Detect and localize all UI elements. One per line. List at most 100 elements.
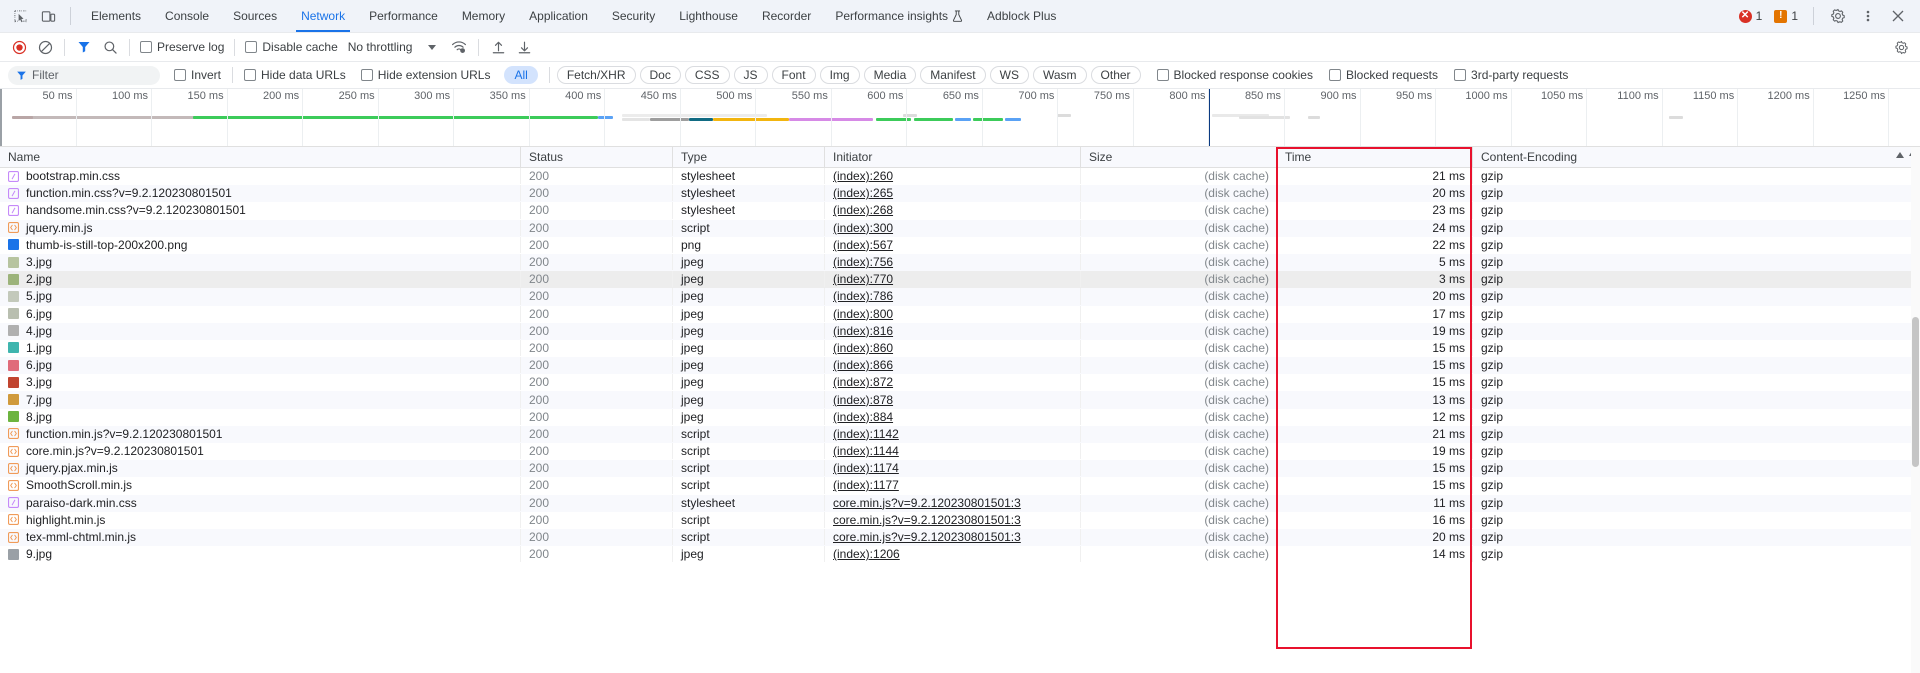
initiator-link[interactable]: (index):1177	[833, 478, 899, 492]
tab-network[interactable]: Network	[289, 0, 357, 32]
cell-name[interactable]: function.min.js?v=9.2.120230801501	[0, 426, 520, 442]
kebab-menu-icon[interactable]	[1854, 4, 1882, 28]
initiator-link[interactable]: (index):800	[833, 307, 893, 321]
gear-icon[interactable]	[1824, 4, 1852, 28]
table-row[interactable]: 8.jpg 200 jpeg (index):884 (disk cache) 12 ms…	[0, 408, 1920, 426]
record-stop-icon[interactable]	[6, 35, 32, 59]
invert-checkbox[interactable]: Invert	[170, 68, 225, 82]
tab-memory[interactable]: Memory	[450, 0, 517, 32]
column-header-initiator[interactable]: Initiator	[824, 147, 1080, 168]
tab-security[interactable]: Security	[600, 0, 667, 32]
cell-name[interactable]: core.min.js?v=9.2.120230801501	[0, 443, 520, 459]
table-row[interactable]: 3.jpg 200 jpeg (index):756 (disk cache) 5 ms g…	[0, 253, 1920, 272]
clear-icon[interactable]	[32, 35, 58, 59]
table-row[interactable]: 6.jpg 200 jpeg (index):800 (disk cache) 17 ms…	[0, 305, 1920, 323]
vertical-scrollbar[interactable]	[1911, 147, 1920, 673]
table-row[interactable]: 6.jpg 200 jpeg (index):866 (disk cache) 15 ms…	[0, 357, 1920, 375]
table-row[interactable]: 3.jpg 200 jpeg (index):872 (disk cache) 15 ms…	[0, 374, 1920, 391]
search-input[interactable]: Filter	[8, 65, 160, 85]
table-row[interactable]: 7.jpg 200 jpeg (index):878 (disk cache) 13 ms…	[0, 391, 1920, 409]
tab-sources[interactable]: Sources	[221, 0, 289, 32]
blocked-response-cookies-checkbox[interactable]: Blocked response cookies	[1153, 68, 1317, 82]
cell-name[interactable]: highlight.min.js	[0, 512, 520, 528]
cell-name[interactable]: bootstrap.min.css	[0, 168, 520, 184]
cell-name[interactable]: 8.jpg	[0, 409, 520, 425]
error-counter[interactable]: ✕ 1	[1734, 9, 1768, 23]
initiator-link[interactable]: (index):260	[833, 169, 893, 183]
device-toolbar-icon[interactable]	[34, 4, 62, 28]
cell-name[interactable]: 5.jpg	[0, 288, 520, 304]
cell-name[interactable]: 4.jpg	[0, 323, 520, 339]
cell-name[interactable]: 9.jpg	[0, 546, 520, 562]
table-row[interactable]: bootstrap.min.css 200 stylesheet (index):26…	[0, 168, 1920, 185]
wifi-settings-icon[interactable]	[446, 35, 472, 59]
type-filter-fetch-xhr[interactable]: Fetch/XHR	[556, 66, 636, 84]
type-filter-manifest[interactable]: Manifest	[920, 66, 986, 84]
column-header-size[interactable]: Size	[1080, 147, 1276, 168]
initiator-link[interactable]: (index):884	[833, 410, 893, 424]
initiator-link[interactable]: (index):756	[833, 255, 893, 269]
table-row[interactable]: tex-mml-chtml.min.js 200 script core.min.js…	[0, 528, 1920, 547]
tab-recorder[interactable]: Recorder	[750, 0, 823, 32]
column-header-status[interactable]: Status	[520, 147, 672, 168]
table-row[interactable]: 1.jpg 200 jpeg (index):860 (disk cache) 15 ms…	[0, 339, 1920, 357]
initiator-link[interactable]: core.min.js?v=9.2.120230801501:3	[833, 530, 1021, 544]
hide-data-urls-checkbox[interactable]: Hide data URLs	[240, 68, 350, 82]
search-icon[interactable]	[97, 35, 123, 59]
type-filter-js[interactable]: JS	[733, 66, 768, 84]
type-filter-ws[interactable]: WS	[989, 66, 1029, 84]
column-header-content-encoding[interactable]: Content-Encoding	[1472, 147, 1920, 168]
initiator-link[interactable]: (index):300	[833, 221, 893, 235]
column-header-time[interactable]: Time	[1276, 147, 1472, 168]
gear-icon[interactable]	[1888, 35, 1914, 59]
network-overview-timeline[interactable]: 50 ms 100 ms 150 ms 200 ms 250 ms 300 ms 350 m…	[0, 89, 1920, 147]
initiator-link[interactable]: core.min.js?v=9.2.120230801501:3	[833, 513, 1021, 527]
initiator-link[interactable]: (index):872	[833, 375, 893, 389]
close-icon[interactable]	[1884, 4, 1912, 28]
cell-name[interactable]: paraiso-dark.min.css	[0, 495, 520, 511]
scrollbar-thumb[interactable]	[1912, 317, 1919, 467]
table-row[interactable]: highlight.min.js 200 script core.min.js?v=9…	[0, 511, 1920, 529]
type-filter-media[interactable]: Media	[863, 66, 917, 84]
table-row[interactable]: SmoothScroll.min.js 200 script (index):1177…	[0, 477, 1920, 494]
cell-name[interactable]: 1.jpg	[0, 340, 520, 356]
tab-elements[interactable]: Elements	[79, 0, 153, 32]
table-row[interactable]: thumb-is-still-top-200x200.png 200 png (ind…	[0, 236, 1920, 254]
initiator-link[interactable]: (index):1142	[833, 427, 899, 441]
table-row[interactable]: function.min.css?v=9.2.120230801501 200st…	[0, 185, 1920, 203]
initiator-link[interactable]: (index):770	[833, 272, 893, 286]
type-filter-css[interactable]: CSS	[684, 66, 730, 84]
warning-counter[interactable]: ! 1	[1769, 9, 1803, 23]
table-row[interactable]: 4.jpg 200 jpeg (index):816 (disk cache) 19 ms…	[0, 322, 1920, 340]
type-filter-doc[interactable]: Doc	[639, 66, 681, 84]
hide-extension-urls-checkbox[interactable]: Hide extension URLs	[357, 68, 495, 82]
cell-name[interactable]: 7.jpg	[0, 391, 520, 407]
type-filter-wasm[interactable]: Wasm	[1032, 66, 1087, 84]
initiator-link[interactable]: (index):567	[833, 238, 893, 252]
initiator-link[interactable]: (index):866	[833, 358, 893, 372]
cell-name[interactable]: SmoothScroll.min.js	[0, 477, 520, 493]
tab-lighthouse[interactable]: Lighthouse	[667, 0, 750, 32]
table-row[interactable]: core.min.js?v=9.2.120230801501 200 script (…	[0, 443, 1920, 460]
cell-name[interactable]: thumb-is-still-top-200x200.png	[0, 237, 520, 253]
cell-name[interactable]: 6.jpg	[0, 306, 520, 322]
tab-performance[interactable]: Performance	[357, 0, 450, 32]
cell-name[interactable]: jquery.min.js	[0, 220, 520, 236]
export-har-icon[interactable]	[511, 35, 537, 59]
table-row[interactable]: 2.jpg 200 jpeg (index):770 (disk cache) 3 ms g…	[0, 271, 1920, 289]
cell-name[interactable]: 6.jpg	[0, 357, 520, 373]
tab-application[interactable]: Application	[517, 0, 600, 32]
throttling-dropdown[interactable]: No throttling	[348, 40, 437, 54]
type-filter-other[interactable]: Other	[1090, 66, 1141, 84]
cell-name[interactable]: 3.jpg	[0, 254, 520, 270]
tab-performance-insights[interactable]: Performance insights	[823, 0, 975, 32]
initiator-link[interactable]: (index):268	[833, 203, 893, 217]
initiator-link[interactable]: (index):1174	[833, 461, 899, 475]
initiator-link[interactable]: (index):786	[833, 289, 893, 303]
initiator-link[interactable]: (index):816	[833, 324, 893, 338]
type-filter-all[interactable]: All	[504, 66, 538, 84]
table-row[interactable]: 9.jpg 200 jpeg (index):1206 (disk cache) 14 m…	[0, 546, 1920, 563]
filter-icon[interactable]	[71, 35, 97, 59]
initiator-link[interactable]: (index):265	[833, 186, 893, 200]
column-header-name[interactable]: Name	[0, 147, 520, 168]
